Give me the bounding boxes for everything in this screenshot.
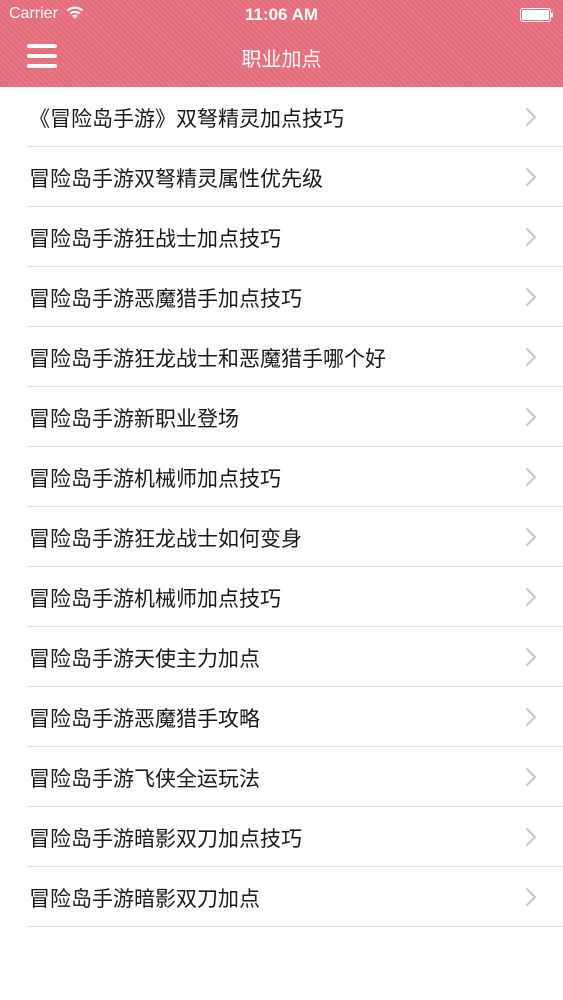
chevron-right-icon xyxy=(526,288,536,306)
chevron-right-icon xyxy=(526,828,536,846)
chevron-right-icon xyxy=(526,708,536,726)
page-title: 职业加点 xyxy=(241,47,322,71)
list-item[interactable]: 冒险岛手游狂龙战士和恶魔猎手哪个好 xyxy=(27,327,563,387)
list-item-label: 《冒险岛手游》双弩精灵加点技巧 xyxy=(29,107,344,131)
list-item-label: 冒险岛手游机械师加点技巧 xyxy=(29,587,281,611)
chevron-right-icon xyxy=(526,348,536,366)
chevron-right-icon xyxy=(526,108,536,126)
list-item[interactable]: 冒险岛手游双弩精灵属性优先级 xyxy=(27,147,563,207)
list-item[interactable]: 冒险岛手游狂战士加点技巧 xyxy=(27,207,563,267)
battery-icon xyxy=(520,8,553,22)
chevron-right-icon xyxy=(526,168,536,186)
article-list: 《冒险岛手游》双弩精灵加点技巧 冒险岛手游双弩精灵属性优先级 冒险岛手游狂战士加点技… xyxy=(0,87,563,927)
chevron-right-icon xyxy=(526,228,536,246)
chevron-right-icon xyxy=(526,588,536,606)
list-item[interactable]: 冒险岛手游新职业登场 xyxy=(27,387,563,447)
list-item-label: 冒险岛手游新职业登场 xyxy=(29,407,239,431)
list-item-label: 冒险岛手游双弩精灵属性优先级 xyxy=(29,167,323,191)
list-item-label: 冒险岛手游飞侠全运玩法 xyxy=(29,767,260,791)
list-item-label: 冒险岛手游天使主力加点 xyxy=(29,647,260,671)
list-item[interactable]: 冒险岛手游机械师加点技巧 xyxy=(27,447,563,507)
list-item[interactable]: 冒险岛手游狂龙战士如何变身 xyxy=(27,507,563,567)
list-item[interactable]: 冒险岛手游恶魔猎手加点技巧 xyxy=(27,267,563,327)
list-item[interactable]: 冒险岛手游恶魔猎手攻略 xyxy=(27,687,563,747)
list-item-label: 冒险岛手游暗影双刀加点 xyxy=(29,887,260,911)
status-bar: Carrier 11:06 AM xyxy=(0,0,563,30)
chevron-right-icon xyxy=(526,648,536,666)
chevron-right-icon xyxy=(526,468,536,486)
list-item-label: 冒险岛手游狂龙战士和恶魔猎手哪个好 xyxy=(29,347,386,371)
chevron-right-icon xyxy=(526,528,536,546)
chevron-right-icon xyxy=(526,768,536,786)
list-item[interactable]: 冒险岛手游机械师加点技巧 xyxy=(27,567,563,627)
chevron-right-icon xyxy=(526,888,536,906)
list-item[interactable]: 冒险岛手游天使主力加点 xyxy=(27,627,563,687)
list-item[interactable]: 冒险岛手游暗影双刀加点 xyxy=(27,867,563,927)
list-item[interactable]: 《冒险岛手游》双弩精灵加点技巧 xyxy=(27,87,563,147)
list-item-label: 冒险岛手游恶魔猎手攻略 xyxy=(29,707,260,731)
list-item-label: 冒险岛手游机械师加点技巧 xyxy=(29,467,281,491)
list-item[interactable]: 冒险岛手游暗影双刀加点技巧 xyxy=(27,807,563,867)
list-item-label: 冒险岛手游恶魔猎手加点技巧 xyxy=(29,287,302,311)
list-item-label: 冒险岛手游暗影双刀加点技巧 xyxy=(29,827,302,851)
chevron-right-icon xyxy=(526,408,536,426)
status-time: 11:06 AM xyxy=(244,5,319,24)
list-item[interactable]: 冒险岛手游飞侠全运玩法 xyxy=(27,747,563,807)
list-item-label: 冒险岛手游狂龙战士如何变身 xyxy=(29,527,302,551)
list-item-label: 冒险岛手游狂战士加点技巧 xyxy=(29,227,281,251)
nav-bar: 职业加点 xyxy=(0,30,563,87)
header: Carrier 11:06 AM 职业加点 xyxy=(0,0,563,87)
